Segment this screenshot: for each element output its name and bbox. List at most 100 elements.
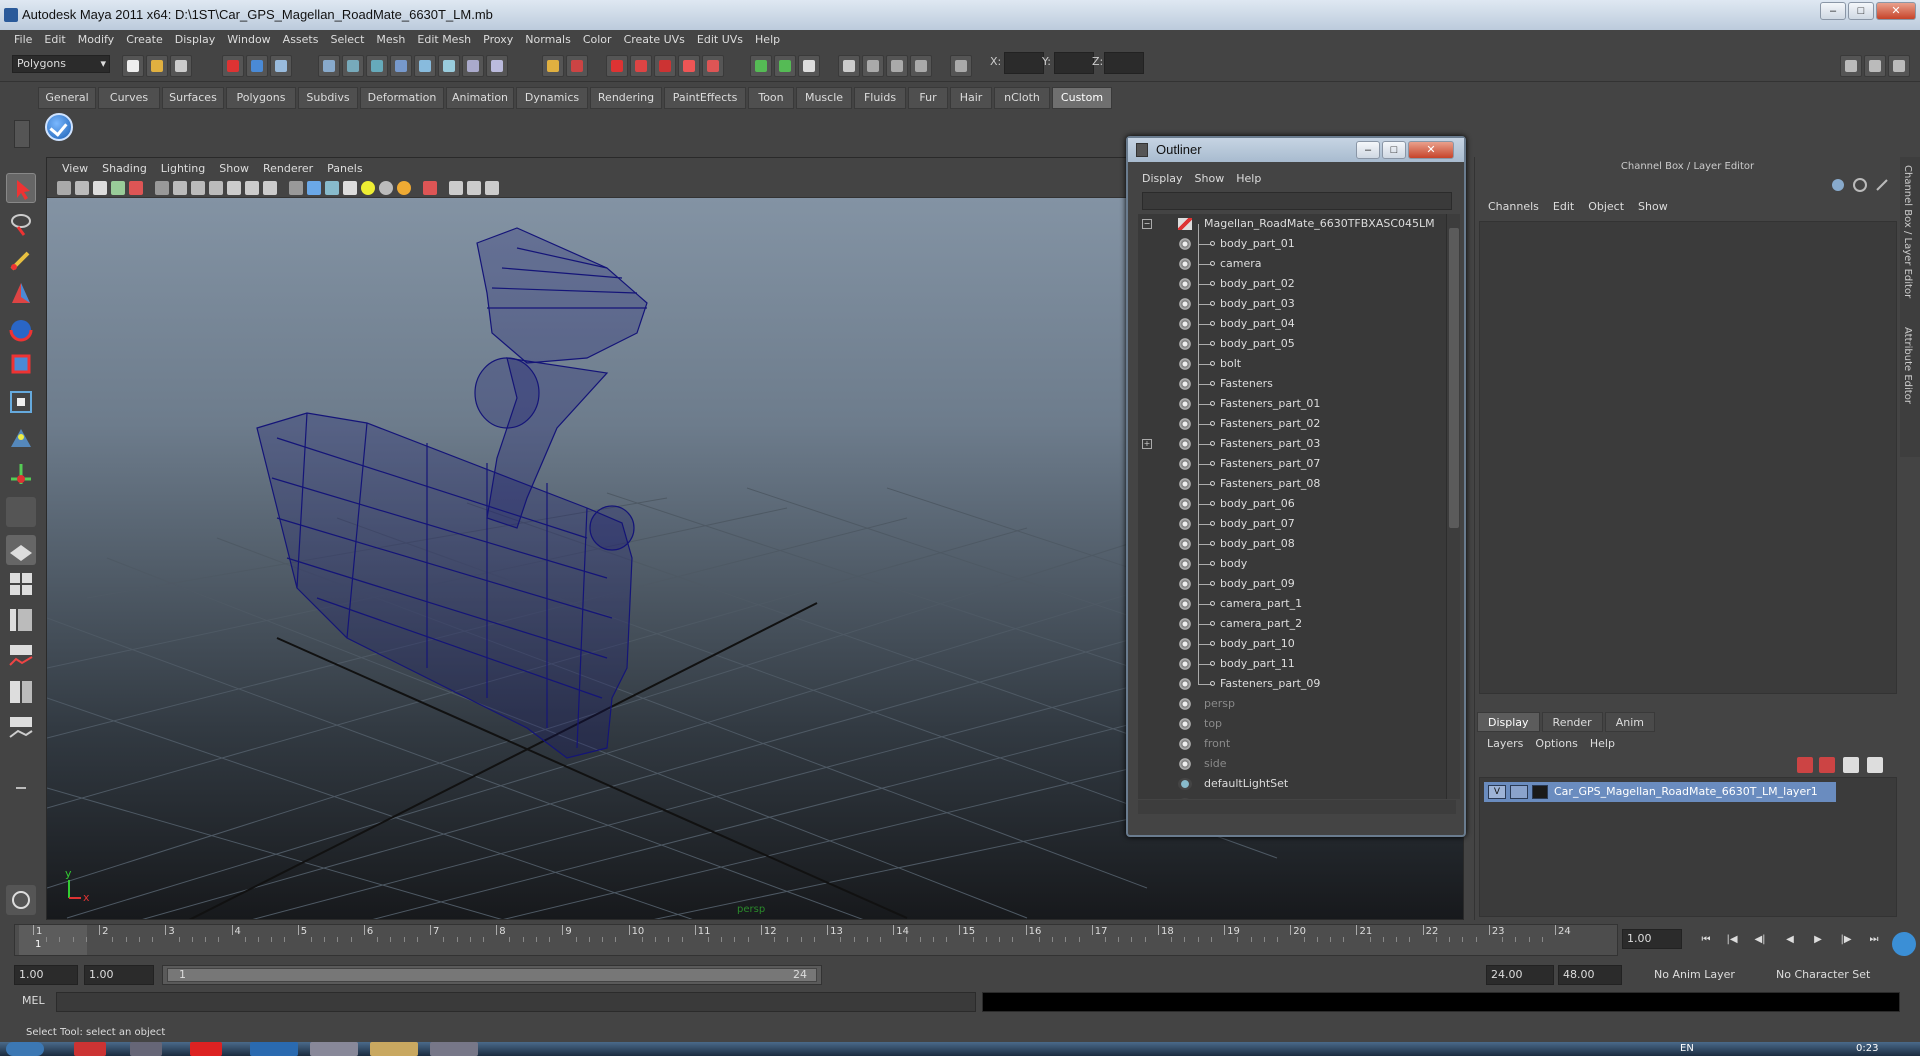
viewport-menu-panels[interactable]: Panels (320, 162, 369, 175)
new-layer-icon[interactable] (1843, 757, 1859, 773)
outliner-maximize-button[interactable]: □ (1382, 141, 1406, 159)
shelf-tab-rendering[interactable]: Rendering (590, 87, 662, 109)
paint-select-tool-icon[interactable] (6, 245, 36, 275)
show-manipulator-icon[interactable] (6, 459, 36, 489)
menu-set-selector[interactable]: Polygons ▾ (12, 55, 110, 73)
snap-surface-icon[interactable] (414, 55, 436, 77)
last-tool-slot[interactable] (6, 497, 36, 527)
viewport-menu-shading[interactable]: Shading (95, 162, 154, 175)
playback-end-field[interactable]: 24.00 (1486, 965, 1554, 985)
persp-outliner-layout-icon[interactable] (6, 605, 36, 635)
magnet-icon[interactable] (606, 55, 628, 77)
shelf-tab-dynamics[interactable]: Dynamics (516, 87, 588, 109)
close-button[interactable]: ✕ (1876, 2, 1916, 20)
checkmark-shelf-icon[interactable] (45, 113, 73, 141)
scale-tool-icon[interactable] (6, 349, 36, 379)
smooth-shade-icon[interactable] (307, 181, 321, 195)
outliner-child-row[interactable]: body_part_04 (1138, 314, 1438, 334)
play-backward-icon[interactable]: ◀ (1780, 932, 1800, 948)
channel-box-menu-show[interactable]: Show (1631, 197, 1675, 217)
outliner-set-row[interactable]: defaultLightSet (1138, 774, 1438, 794)
menu-edit-uvs[interactable]: Edit UVs (691, 30, 749, 50)
menu-assets[interactable]: Assets (277, 30, 325, 50)
channel-box-menu-object[interactable]: Object (1581, 197, 1631, 217)
snap-curve-icon[interactable] (342, 55, 364, 77)
lock-icon[interactable] (542, 55, 564, 77)
select-hierarchy-icon[interactable] (222, 55, 244, 77)
layer-tab-render[interactable]: Render (1541, 712, 1603, 732)
menu-create-uvs[interactable]: Create UVs (618, 30, 691, 50)
command-language-label[interactable]: MEL (22, 994, 45, 1007)
wireframe-icon[interactable] (289, 181, 303, 195)
taskbar-maya2-icon[interactable] (430, 1042, 478, 1056)
outliner-menu-show[interactable]: Show (1189, 172, 1231, 185)
range-slider-thumb[interactable] (167, 968, 817, 982)
layer-visibility-toggle[interactable]: V (1488, 785, 1506, 799)
construction-toggle-icon[interactable] (798, 55, 820, 77)
outliner-child-row[interactable]: camera_part_2 (1138, 614, 1438, 634)
camera-icon[interactable] (57, 181, 71, 195)
outliner-camera-row[interactable]: persp (1138, 694, 1438, 714)
current-frame-marker[interactable] (19, 925, 87, 955)
move-layer-down-icon[interactable] (1819, 757, 1835, 773)
snap-grid-icon[interactable] (318, 55, 340, 77)
lasso-tool-icon[interactable] (6, 209, 36, 239)
outliner-child-row[interactable]: bolt (1138, 354, 1438, 374)
end-time-field[interactable]: 48.00 (1558, 965, 1622, 985)
layer-menu-layers[interactable]: Layers (1481, 734, 1529, 754)
snap-point-magnet-icon[interactable] (654, 55, 676, 77)
outliner-child-row[interactable]: Fasteners_part_03 (1138, 434, 1438, 454)
menu-color[interactable]: Color (577, 30, 618, 50)
attribute-editor-toggle-icon[interactable] (1864, 55, 1886, 77)
channel-box-manip-icon[interactable] (1874, 177, 1890, 193)
maximize-button[interactable]: □ (1848, 2, 1874, 20)
character-set-dropdown[interactable]: No Character Set (1770, 965, 1886, 985)
graph-editor-layout-icon[interactable] (6, 713, 36, 743)
menu-display[interactable]: Display (169, 30, 222, 50)
outliner-root-row[interactable]: − Magellan_RoadMate_6630TFBXASC045LM (1138, 214, 1438, 234)
step-back-key-icon[interactable]: ◀| (1750, 932, 1770, 948)
persp-graph-layout-icon[interactable] (6, 641, 36, 671)
anim-layer-dropdown[interactable]: No Anim Layer (1648, 965, 1758, 985)
outliner-child-row[interactable]: body_part_10 (1138, 634, 1438, 654)
taskbar-photoshop-icon[interactable] (250, 1042, 298, 1056)
y-field[interactable] (1054, 52, 1094, 74)
outliner-filter-field[interactable] (1142, 192, 1452, 210)
open-scene-icon[interactable] (146, 55, 168, 77)
save-scene-icon[interactable] (170, 55, 192, 77)
shelf-tab-toon[interactable]: Toon (748, 87, 794, 109)
transform-mode-icon[interactable] (950, 55, 972, 77)
outliner-menu-help[interactable]: Help (1230, 172, 1267, 185)
safe-action-icon[interactable] (245, 181, 259, 195)
ipr-render-icon[interactable] (862, 55, 884, 77)
layer-menu-help[interactable]: Help (1584, 734, 1621, 754)
menu-mesh[interactable]: Mesh (370, 30, 411, 50)
command-input[interactable] (56, 992, 976, 1012)
four-view-layout-icon[interactable] (6, 569, 36, 599)
xray-components-icon[interactable] (485, 181, 499, 195)
menu-help[interactable]: Help (749, 30, 786, 50)
outliner-child-row[interactable]: body_part_03 (1138, 294, 1438, 314)
range-slider[interactable]: 1 24 (162, 965, 822, 985)
shadows-icon[interactable] (379, 181, 393, 195)
select-component-icon[interactable] (270, 55, 292, 77)
channel-box-mode-icon[interactable] (1830, 177, 1846, 193)
bookmark-icon[interactable] (93, 181, 107, 195)
snap-view-plane-icon[interactable] (678, 55, 700, 77)
expand-icon[interactable]: + (1142, 439, 1152, 449)
outliner-child-row[interactable]: camera_part_1 (1138, 594, 1438, 614)
menu-window[interactable]: Window (221, 30, 276, 50)
taskbar-yandex-icon[interactable] (190, 1042, 222, 1056)
outliner-child-row[interactable]: body (1138, 554, 1438, 574)
snap-point-icon[interactable] (366, 55, 388, 77)
shelf-tab-animation[interactable]: Animation (446, 87, 514, 109)
menu-create[interactable]: Create (120, 30, 169, 50)
use-all-lights-icon[interactable] (361, 181, 375, 195)
outliner-child-row[interactable]: body_part_09 (1138, 574, 1438, 594)
two-d-pan-icon[interactable] (129, 181, 143, 195)
select-tool-icon[interactable] (6, 173, 36, 203)
gate-mask-icon[interactable] (209, 181, 223, 195)
field-chart-icon[interactable] (227, 181, 241, 195)
shelf-tab-fur[interactable]: Fur (908, 87, 948, 109)
make-live-icon[interactable] (702, 55, 724, 77)
